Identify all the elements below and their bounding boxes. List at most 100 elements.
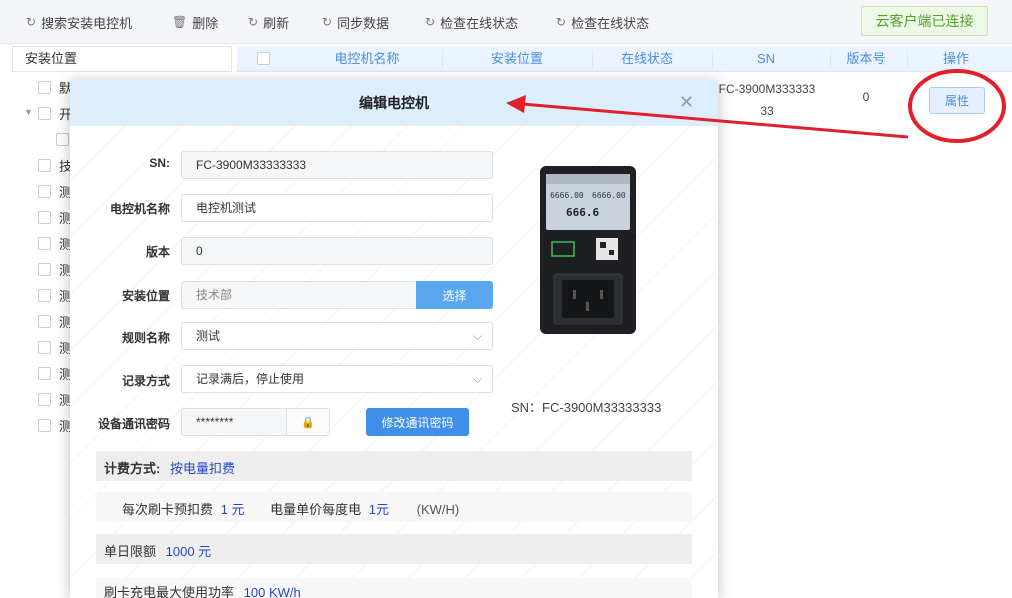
refresh-icon: ↻ (248, 15, 259, 29)
tree-item[interactable]: 测 (38, 391, 72, 408)
check-online-label-1: 检查在线状态 (440, 15, 519, 31)
checkbox[interactable] (38, 80, 51, 94)
trash-icon: 🗑 (172, 15, 188, 29)
refresh-icon: ↻ (322, 15, 333, 29)
sn-line-1: FC-3900M333333 (718, 82, 816, 96)
tree-item[interactable]: 测 (38, 339, 72, 356)
table-cell-version: 0 (862, 90, 870, 104)
tree-item[interactable]: 默 (38, 79, 72, 96)
check-online-label-2: 检查在线状态 (571, 15, 650, 31)
tree-item[interactable]: 测 (38, 313, 72, 330)
refresh-icon: ↻ (556, 15, 567, 29)
qr-pixel (609, 250, 614, 255)
check-online-button-1[interactable]: ↻ 检查在线状态 (425, 12, 518, 32)
chevron-down-icon: ⌵ (472, 329, 482, 343)
tree-item[interactable]: 测 (38, 209, 72, 226)
checkbox[interactable] (38, 236, 51, 250)
checkbox[interactable] (38, 392, 51, 406)
tree-item[interactable]: 测 (38, 261, 72, 278)
caret-down-icon[interactable]: ▼ (24, 107, 33, 117)
sn-line-2: 33 (760, 104, 774, 118)
sn-label: SN: (149, 156, 170, 170)
delete-label: 删除 (192, 15, 219, 31)
daily-limit-label: 单日限额 (104, 544, 157, 559)
checkbox[interactable] (38, 418, 51, 432)
tree-item[interactable]: 测 (38, 183, 72, 200)
rule-name-select[interactable]: 测试 ⌵ (181, 322, 493, 350)
checkbox[interactable] (38, 262, 51, 276)
version-field: 0 (181, 237, 493, 265)
unit-price-unit: (KW/H) (416, 502, 460, 517)
billing-price-row: 每次刷卡预扣费 1 元 电量单价每度电 1元 (KW/H) (96, 492, 692, 522)
prepay-label: 每次刷卡预扣费 (122, 502, 214, 517)
column-header-name[interactable]: 电控机名称 (292, 46, 442, 72)
tree-item[interactable]: 测 (38, 287, 72, 304)
search-device-label: 搜索安装电控机 (41, 15, 133, 31)
prepay-value: 1 元 (220, 502, 245, 517)
edit-device-modal: 编辑电控机 ✕ SN: FC-3900M33333333 电控机名称 电控机测试… (70, 80, 718, 598)
lock-icon[interactable]: 🔒 (286, 408, 330, 436)
column-header-sn[interactable]: SN (712, 46, 820, 72)
device-screen-reading-2: 6666.00 (592, 191, 626, 200)
record-mode-select[interactable]: 记录满后，停止使用 ⌵ (181, 365, 493, 393)
delete-button[interactable]: 🗑 删除 (172, 12, 218, 32)
record-mode-label: 记录方式 (121, 374, 170, 388)
checkbox[interactable] (38, 366, 51, 380)
sync-data-button[interactable]: ↻ 同步数据 (322, 12, 389, 32)
checkbox[interactable] (38, 340, 51, 354)
daily-limit-row: 单日限额 1000 元 (96, 534, 692, 564)
tree-item[interactable]: 测 (38, 365, 72, 382)
tree-item[interactable]: 测 (38, 417, 72, 434)
tree-item[interactable]: 测 (38, 235, 72, 252)
location-tree-header: 安装位置 (12, 46, 232, 72)
qr-code-icon (596, 238, 618, 260)
properties-button[interactable]: 属性 (929, 87, 985, 114)
sn-field: FC-3900M33333333 (181, 151, 493, 179)
chevron-down-icon: ⌵ (472, 372, 482, 386)
cloud-status-badge: 云客户端已连接 (861, 6, 988, 36)
select-location-button[interactable]: 选择 (416, 281, 493, 309)
column-header-location[interactable]: 安装位置 (442, 46, 592, 72)
max-power-label: 刷卡充电最大使用功率 (104, 585, 235, 598)
checkbox[interactable] (38, 314, 51, 328)
checkbox[interactable] (38, 184, 51, 198)
select-all-checkbox[interactable] (257, 52, 270, 65)
rule-name-label: 规则名称 (121, 331, 170, 345)
comm-password-label: 设备通讯密码 (97, 417, 170, 431)
checkbox[interactable] (38, 158, 51, 172)
checkbox[interactable] (38, 288, 51, 302)
sync-data-label: 同步数据 (337, 15, 390, 31)
device-image: 6666.00 6666.00 666.6 (540, 166, 636, 334)
refresh-label: 刷新 (263, 15, 290, 31)
location-field: 技术部 (181, 281, 417, 309)
checkbox[interactable] (56, 132, 69, 146)
checkbox[interactable] (38, 210, 51, 224)
socket-hole (573, 290, 576, 299)
rule-name-value: 测试 (196, 329, 221, 343)
device-table-header: 电控机名称 安装位置 在线状态 SN 版本号 操作 (237, 46, 1012, 72)
qr-pixel (600, 242, 606, 248)
check-online-button-2[interactable]: ↻ 检查在线状态 (556, 12, 649, 32)
close-icon[interactable]: ✕ (679, 92, 694, 113)
change-password-button[interactable]: 修改通讯密码 (366, 408, 469, 436)
tree-item[interactable]: 开 (38, 105, 72, 122)
max-power-value: 100 KW/h (243, 585, 301, 598)
device-name-input[interactable]: 电控机测试 (181, 194, 493, 222)
refresh-icon: ↻ (26, 15, 37, 29)
unit-price-value: 1元 (368, 502, 389, 517)
refresh-button[interactable]: ↻ 刷新 (248, 12, 289, 32)
record-mode-value: 记录满后，停止使用 (196, 372, 305, 386)
socket-hole (600, 290, 603, 299)
billing-mode-label: 计费方式: (104, 461, 161, 476)
column-header-online-status[interactable]: 在线状态 (592, 46, 702, 72)
modal-body: SN: FC-3900M33333333 电控机名称 电控机测试 版本 0 安装… (70, 126, 718, 598)
search-device-button[interactable]: ↻ 搜索安装电控机 (26, 12, 132, 32)
checkbox[interactable] (38, 106, 51, 120)
table-cell-sn: FC-3900M333333 33 (713, 78, 821, 122)
tree-item[interactable]: 技 (38, 157, 72, 174)
device-screen-reading-main: 666.6 (566, 206, 599, 219)
modal-title: 编辑电控机 (359, 95, 429, 111)
refresh-icon: ↻ (425, 15, 436, 29)
column-header-version[interactable]: 版本号 (830, 46, 902, 72)
device-screen-reading-1: 6666.00 (550, 191, 584, 200)
